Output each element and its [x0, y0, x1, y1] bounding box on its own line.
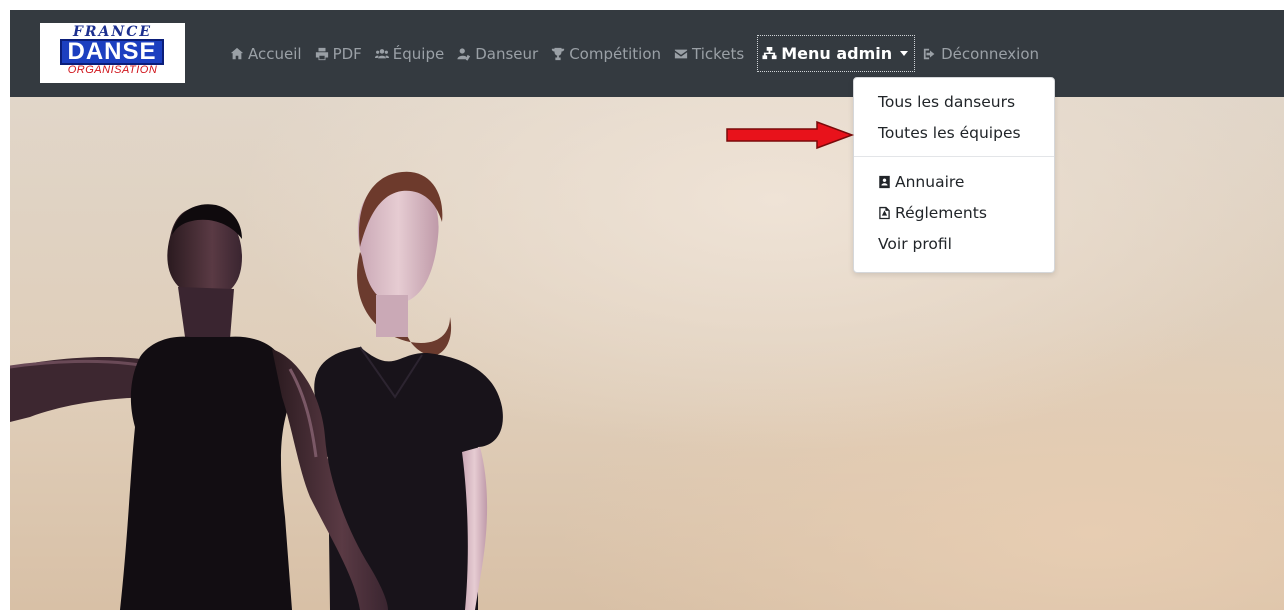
sitemap-icon: [762, 46, 777, 60]
printer-icon: [315, 47, 328, 60]
chevron-down-icon: [900, 51, 909, 56]
hero-photo: [10, 97, 1284, 610]
trophy-icon: [552, 47, 565, 60]
nav-tickets-label: Tickets: [692, 44, 745, 63]
menu-item-rules[interactable]: Réglements: [854, 197, 1054, 228]
nav-logout-label: Déconnexion: [941, 44, 1040, 63]
nav-team-label: Équipe: [392, 44, 445, 63]
menu-item-all-dancers[interactable]: Tous les danseurs: [854, 86, 1054, 117]
browser-viewport: FRANCE DANSE ORGANISATION Accueil PDF Éq…: [10, 10, 1284, 610]
sign-out-icon: [924, 48, 935, 59]
nav-team[interactable]: Équipe: [374, 44, 445, 63]
nav-pdf-label: PDF: [332, 44, 362, 63]
address-book-icon: [879, 175, 890, 188]
nav-home-label: Accueil: [248, 44, 302, 63]
user-edit-icon: [457, 47, 471, 61]
annotation-arrow-icon: [726, 121, 855, 150]
nav-pdf[interactable]: PDF: [315, 45, 362, 63]
menu-item-rules-label: Réglements: [895, 203, 987, 222]
menu-divider: [854, 156, 1054, 157]
nav-dancer[interactable]: Danseur: [457, 45, 538, 63]
menu-item-all-teams[interactable]: Toutes les équipes: [854, 117, 1054, 148]
users-icon: [374, 48, 389, 58]
file-pdf-icon: [879, 206, 890, 219]
dancers-image: [10, 171, 503, 610]
envelope-icon: [674, 49, 688, 58]
nav-competition[interactable]: Compétition: [551, 45, 661, 63]
top-navbar: FRANCE DANSE ORGANISATION Accueil PDF Éq…: [10, 10, 1284, 97]
logo-main-text: DANSE: [60, 39, 164, 65]
site-logo[interactable]: FRANCE DANSE ORGANISATION: [40, 23, 185, 83]
nav-competition-label: Compétition: [569, 44, 661, 63]
nav-admin-menu[interactable]: Menu admin: [757, 35, 916, 72]
nav-home[interactable]: Accueil: [230, 45, 302, 63]
menu-item-directory-label: Annuaire: [895, 172, 965, 191]
nav-dancer-label: Danseur: [475, 44, 539, 63]
menu-item-profile[interactable]: Voir profil: [854, 228, 1054, 259]
nav-admin-label: Menu admin: [781, 44, 893, 63]
logo-bottom-text: ORGANISATION: [67, 64, 158, 76]
home-icon: [230, 47, 244, 59]
admin-dropdown-menu: Tous les danseurs Toutes les équipes Ann…: [853, 77, 1055, 273]
nav-logout[interactable]: Déconnexion: [923, 45, 1039, 63]
nav-tickets[interactable]: Tickets: [674, 45, 744, 63]
menu-item-directory[interactable]: Annuaire: [854, 166, 1054, 197]
